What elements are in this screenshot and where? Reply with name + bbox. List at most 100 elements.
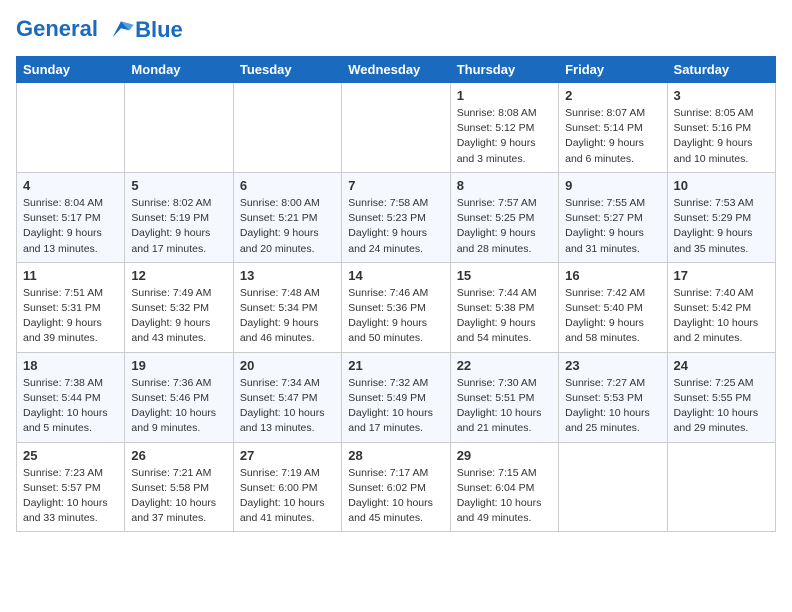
- calendar-cell: 1 Sunrise: 8:08 AM Sunset: 5:12 PM Daylig…: [450, 83, 558, 173]
- day-info: Sunrise: 7:40 AM Sunset: 5:42 PM Dayligh…: [674, 286, 769, 347]
- day-number: 25: [23, 448, 118, 463]
- calendar-cell: 17 Sunrise: 7:40 AM Sunset: 5:42 PM Dayli…: [667, 262, 775, 352]
- day-info: Sunrise: 7:42 AM Sunset: 5:40 PM Dayligh…: [565, 286, 660, 347]
- calendar-week-5: 25Sunrise: 7:23 AM Sunset: 5:57 PM Dayli…: [17, 442, 776, 532]
- calendar-cell: [559, 442, 667, 532]
- day-info: Sunrise: 7:32 AM Sunset: 5:49 PM Dayligh…: [348, 376, 443, 437]
- calendar-cell: 2 Sunrise: 8:07 AM Sunset: 5:14 PM Daylig…: [559, 83, 667, 173]
- calendar-cell: 13 Sunrise: 7:48 AM Sunset: 5:34 PM Dayli…: [233, 262, 341, 352]
- day-info: Sunrise: 7:25 AM Sunset: 5:55 PM Dayligh…: [674, 376, 769, 437]
- calendar-cell: 14 Sunrise: 7:46 AM Sunset: 5:36 PM Dayli…: [342, 262, 450, 352]
- calendar-cell: 10Sunrise: 7:53 AM Sunset: 5:29 PM Dayli…: [667, 172, 775, 262]
- calendar-cell: 5 Sunrise: 8:02 AM Sunset: 5:19 PM Daylig…: [125, 172, 233, 262]
- day-info: Sunrise: 7:30 AM Sunset: 5:51 PM Dayligh…: [457, 376, 552, 437]
- day-number: 9: [565, 178, 660, 193]
- page-header: General Blue: [16, 16, 776, 44]
- day-number: 27: [240, 448, 335, 463]
- day-info: Sunrise: 7:15 AM Sunset: 6:04 PM Dayligh…: [457, 466, 552, 527]
- day-number: 3: [674, 88, 769, 103]
- day-number: 14: [348, 268, 443, 283]
- calendar-cell: 18Sunrise: 7:38 AM Sunset: 5:44 PM Dayli…: [17, 352, 125, 442]
- day-number: 26: [131, 448, 226, 463]
- weekday-header-wednesday: Wednesday: [342, 57, 450, 83]
- day-number: 21: [348, 358, 443, 373]
- day-info: Sunrise: 7:44 AM Sunset: 5:38 PM Dayligh…: [457, 286, 552, 347]
- day-number: 17: [674, 268, 769, 283]
- day-info: Sunrise: 7:58 AM Sunset: 5:23 PM Dayligh…: [348, 196, 443, 257]
- day-number: 23: [565, 358, 660, 373]
- day-number: 5: [131, 178, 226, 193]
- day-info: Sunrise: 7:21 AM Sunset: 5:58 PM Dayligh…: [131, 466, 226, 527]
- calendar-cell: 8 Sunrise: 7:57 AM Sunset: 5:25 PM Daylig…: [450, 172, 558, 262]
- calendar-cell: 12 Sunrise: 7:49 AM Sunset: 5:32 PM Dayli…: [125, 262, 233, 352]
- day-info: Sunrise: 8:07 AM Sunset: 5:14 PM Dayligh…: [565, 106, 660, 167]
- calendar-cell: 29 Sunrise: 7:15 AM Sunset: 6:04 PM Dayli…: [450, 442, 558, 532]
- calendar-cell: 25Sunrise: 7:23 AM Sunset: 5:57 PM Dayli…: [17, 442, 125, 532]
- calendar-table: SundayMondayTuesdayWednesdayThursdayFrid…: [16, 56, 776, 532]
- day-number: 24: [674, 358, 769, 373]
- day-info: Sunrise: 7:51 AM Sunset: 5:31 PM Dayligh…: [23, 286, 118, 347]
- calendar-cell: 19 Sunrise: 7:36 AM Sunset: 5:46 PM Dayli…: [125, 352, 233, 442]
- calendar-cell: 3 Sunrise: 8:05 AM Sunset: 5:16 PM Daylig…: [667, 83, 775, 173]
- calendar-cell: 6 Sunrise: 8:00 AM Sunset: 5:21 PM Daylig…: [233, 172, 341, 262]
- day-number: 15: [457, 268, 552, 283]
- day-info: Sunrise: 8:00 AM Sunset: 5:21 PM Dayligh…: [240, 196, 335, 257]
- day-info: Sunrise: 7:49 AM Sunset: 5:32 PM Dayligh…: [131, 286, 226, 347]
- day-info: Sunrise: 7:55 AM Sunset: 5:27 PM Dayligh…: [565, 196, 660, 257]
- calendar-cell: [667, 442, 775, 532]
- day-info: Sunrise: 7:53 AM Sunset: 5:29 PM Dayligh…: [674, 196, 769, 257]
- calendar-cell: [125, 83, 233, 173]
- day-number: 2: [565, 88, 660, 103]
- weekday-header-sunday: Sunday: [17, 57, 125, 83]
- day-number: 4: [23, 178, 118, 193]
- day-number: 13: [240, 268, 335, 283]
- calendar-cell: 24 Sunrise: 7:25 AM Sunset: 5:55 PM Dayli…: [667, 352, 775, 442]
- weekday-header-thursday: Thursday: [450, 57, 558, 83]
- day-info: Sunrise: 7:38 AM Sunset: 5:44 PM Dayligh…: [23, 376, 118, 437]
- day-info: Sunrise: 8:04 AM Sunset: 5:17 PM Dayligh…: [23, 196, 118, 257]
- day-number: 19: [131, 358, 226, 373]
- calendar-cell: 21 Sunrise: 7:32 AM Sunset: 5:49 PM Dayli…: [342, 352, 450, 442]
- day-info: Sunrise: 8:02 AM Sunset: 5:19 PM Dayligh…: [131, 196, 226, 257]
- day-info: Sunrise: 8:05 AM Sunset: 5:16 PM Dayligh…: [674, 106, 769, 167]
- weekday-header-friday: Friday: [559, 57, 667, 83]
- day-info: Sunrise: 7:27 AM Sunset: 5:53 PM Dayligh…: [565, 376, 660, 437]
- calendar-cell: [233, 83, 341, 173]
- calendar-week-4: 18Sunrise: 7:38 AM Sunset: 5:44 PM Dayli…: [17, 352, 776, 442]
- calendar-cell: 7 Sunrise: 7:58 AM Sunset: 5:23 PM Daylig…: [342, 172, 450, 262]
- day-number: 12: [131, 268, 226, 283]
- day-number: 8: [457, 178, 552, 193]
- day-info: Sunrise: 7:36 AM Sunset: 5:46 PM Dayligh…: [131, 376, 226, 437]
- day-info: Sunrise: 8:08 AM Sunset: 5:12 PM Dayligh…: [457, 106, 552, 167]
- weekday-header-tuesday: Tuesday: [233, 57, 341, 83]
- logo: General Blue: [16, 16, 183, 44]
- day-number: 6: [240, 178, 335, 193]
- calendar-cell: [17, 83, 125, 173]
- day-info: Sunrise: 7:57 AM Sunset: 5:25 PM Dayligh…: [457, 196, 552, 257]
- day-number: 1: [457, 88, 552, 103]
- calendar-cell: [342, 83, 450, 173]
- weekday-header-monday: Monday: [125, 57, 233, 83]
- day-number: 11: [23, 268, 118, 283]
- calendar-cell: 23 Sunrise: 7:27 AM Sunset: 5:53 PM Dayli…: [559, 352, 667, 442]
- day-number: 22: [457, 358, 552, 373]
- day-info: Sunrise: 7:48 AM Sunset: 5:34 PM Dayligh…: [240, 286, 335, 347]
- calendar-week-1: 1 Sunrise: 8:08 AM Sunset: 5:12 PM Daylig…: [17, 83, 776, 173]
- day-info: Sunrise: 7:17 AM Sunset: 6:02 PM Dayligh…: [348, 466, 443, 527]
- calendar-cell: 20Sunrise: 7:34 AM Sunset: 5:47 PM Dayli…: [233, 352, 341, 442]
- day-info: Sunrise: 7:46 AM Sunset: 5:36 PM Dayligh…: [348, 286, 443, 347]
- logo-blue: Blue: [135, 19, 183, 41]
- calendar-week-2: 4 Sunrise: 8:04 AM Sunset: 5:17 PM Daylig…: [17, 172, 776, 262]
- calendar-cell: 28 Sunrise: 7:17 AM Sunset: 6:02 PM Dayli…: [342, 442, 450, 532]
- calendar-cell: 27Sunrise: 7:19 AM Sunset: 6:00 PM Dayli…: [233, 442, 341, 532]
- day-info: Sunrise: 7:34 AM Sunset: 5:47 PM Dayligh…: [240, 376, 335, 437]
- day-number: 7: [348, 178, 443, 193]
- day-number: 28: [348, 448, 443, 463]
- day-number: 29: [457, 448, 552, 463]
- weekday-header-saturday: Saturday: [667, 57, 775, 83]
- calendar-cell: 4 Sunrise: 8:04 AM Sunset: 5:17 PM Daylig…: [17, 172, 125, 262]
- calendar-cell: 22 Sunrise: 7:30 AM Sunset: 5:51 PM Dayli…: [450, 352, 558, 442]
- weekday-header-row: SundayMondayTuesdayWednesdayThursdayFrid…: [17, 57, 776, 83]
- calendar-cell: 16Sunrise: 7:42 AM Sunset: 5:40 PM Dayli…: [559, 262, 667, 352]
- logo-text: General: [16, 16, 135, 44]
